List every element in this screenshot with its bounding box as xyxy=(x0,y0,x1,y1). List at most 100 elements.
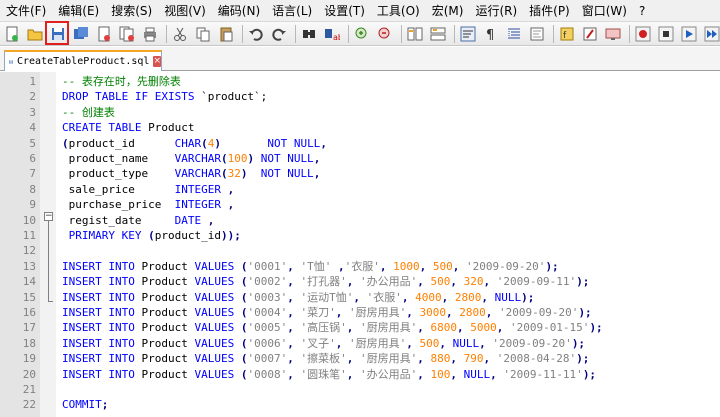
line-number: 14 xyxy=(22,275,36,289)
run-macro-multiple-button[interactable] xyxy=(702,24,720,44)
menu-item[interactable]: 运行(R) xyxy=(469,0,523,22)
save-all-button[interactable] xyxy=(71,24,91,44)
menu-item[interactable]: 文件(F) xyxy=(0,0,52,22)
line-number: 19 xyxy=(22,352,36,366)
code-token: ( xyxy=(220,167,228,181)
code-text: INSERT INTO Product VALUES ('0003', '运动T… xyxy=(62,290,534,305)
code-line: 5 (product_id CHAR(4) NOT NULL, xyxy=(0,136,720,151)
code-token: ); xyxy=(571,336,586,350)
code-token: INSERT INTO xyxy=(62,336,142,350)
code-token: , xyxy=(441,290,455,304)
code-token: 6800 xyxy=(430,321,457,335)
code-token: , xyxy=(479,336,493,350)
record-macro-button[interactable] xyxy=(633,24,653,44)
code-token: '0007' xyxy=(247,352,288,366)
tab-createtableproduct[interactable]: CreateTableProduct.sql × xyxy=(4,50,162,71)
code-line: 8 sale_price INTEGER , xyxy=(0,182,720,197)
record-macro-icon xyxy=(635,26,651,41)
tab-label: CreateTableProduct.sql xyxy=(17,56,150,67)
print-button[interactable] xyxy=(140,24,160,44)
code-text: product_type VARCHAR(32) NOT NULL, xyxy=(62,166,321,181)
code-token: '叉子' xyxy=(300,336,336,350)
function-list-button[interactable]: f xyxy=(557,24,577,44)
open-file-button[interactable] xyxy=(25,24,45,44)
code-token: '2009-09-20' xyxy=(498,306,579,319)
code-token: '0003' xyxy=(247,290,288,304)
line-number: 15 xyxy=(22,290,36,304)
code-token: '办公用品' xyxy=(359,275,418,289)
menu-item[interactable]: 搜索(S) xyxy=(105,0,158,22)
menu-item[interactable]: 工具(O) xyxy=(371,0,426,22)
code-line: 2 DROP TABLE IF EXISTS `product`; xyxy=(0,89,720,104)
code-token: INSERT INTO xyxy=(62,290,142,304)
save-all-icon xyxy=(74,26,88,39)
code-line: 12 xyxy=(0,243,720,258)
line-number: 17 xyxy=(22,321,36,335)
code-token: 500 xyxy=(432,259,453,273)
close-button[interactable] xyxy=(94,24,114,44)
code-token: , xyxy=(207,213,215,227)
indent-guide-button[interactable] xyxy=(504,24,524,44)
code-token: INTEGER xyxy=(174,182,221,196)
close-all-button[interactable] xyxy=(117,24,137,44)
folder-workspace-button[interactable] xyxy=(580,24,600,44)
copy-button[interactable] xyxy=(193,24,213,44)
menu-item[interactable]: 插件(P) xyxy=(523,0,576,22)
code-token: , xyxy=(346,367,360,381)
code-token: , xyxy=(419,259,433,273)
code-line: 16 INSERT INTO Product VALUES ('0004', '菜… xyxy=(0,305,720,320)
find-button[interactable] xyxy=(299,24,319,44)
show-all-chars-button[interactable]: ¶ xyxy=(481,24,501,44)
toolbar-separator xyxy=(629,24,630,43)
zoom-out-button[interactable] xyxy=(375,24,395,44)
new-file-button[interactable] xyxy=(2,24,22,44)
tab-close-icon[interactable]: × xyxy=(153,56,161,67)
code-text: regist_date DATE , xyxy=(62,213,215,228)
code-token: CREATE TABLE xyxy=(62,121,149,135)
paste-button[interactable] xyxy=(216,24,236,44)
toolbar-separator xyxy=(295,24,296,43)
code-editor[interactable]: − 1 -- 表存在时，先删除表 2 DROP TABLE IF EXISTS `pr… xyxy=(0,72,720,417)
new-file-icon xyxy=(6,26,18,41)
redo-icon xyxy=(272,28,286,41)
menu-item[interactable]: 编码(N) xyxy=(212,0,266,22)
code-token: Product xyxy=(141,321,195,335)
word-wrap-button[interactable] xyxy=(458,24,478,44)
code-token: , xyxy=(417,321,431,335)
save-button[interactable] xyxy=(45,20,69,45)
code-token: , xyxy=(452,259,466,273)
code-token: Product xyxy=(141,259,195,273)
menu-item[interactable]: 语言(L) xyxy=(266,0,318,22)
code-token: , xyxy=(450,352,464,366)
zoom-in-button[interactable] xyxy=(352,24,372,44)
monitor-button[interactable] xyxy=(603,24,623,44)
menu-item[interactable]: 视图(V) xyxy=(158,0,212,22)
replace-button[interactable]: ab xyxy=(322,24,342,44)
toolbar: ab ¶ f xyxy=(0,20,720,46)
folder-workspace-icon xyxy=(583,27,597,40)
code-token: '衣服' xyxy=(344,259,380,273)
menu-item[interactable]: 编辑(E) xyxy=(52,0,105,22)
sync-vertical-button[interactable] xyxy=(405,24,425,44)
word-wrap-icon xyxy=(460,26,476,41)
code-token: INSERT INTO xyxy=(62,306,142,319)
stop-record-button[interactable] xyxy=(656,24,676,44)
menu-item[interactable]: ? xyxy=(633,0,651,22)
undo-button[interactable] xyxy=(246,24,266,44)
code-token: VALUES xyxy=(194,290,241,304)
menu-item[interactable]: 设置(T) xyxy=(318,0,371,22)
code-line: 11 PRIMARY KEY (product_id)); xyxy=(0,228,720,243)
line-number: 11 xyxy=(22,229,36,242)
code-token: 1000 xyxy=(393,259,420,273)
doc-map-button[interactable] xyxy=(527,24,547,44)
redo-button[interactable] xyxy=(269,24,289,44)
menu-item[interactable]: 窗口(W) xyxy=(576,0,633,22)
menu-item[interactable]: 宏(M) xyxy=(426,0,470,22)
play-macro-button[interactable] xyxy=(679,24,699,44)
code-token: '衣服' xyxy=(366,290,402,304)
print-icon xyxy=(144,27,156,41)
code-token: 880 xyxy=(430,352,451,366)
sync-horizontal-button[interactable] xyxy=(428,24,448,44)
code-token: ); xyxy=(521,290,535,304)
cut-button[interactable] xyxy=(170,24,190,44)
